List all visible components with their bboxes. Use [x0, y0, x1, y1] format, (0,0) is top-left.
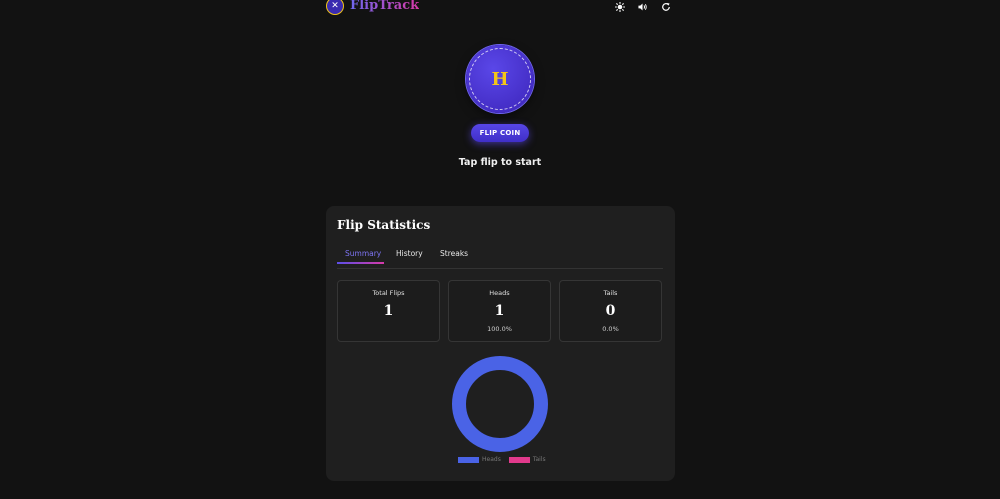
donut-slice-heads[interactable] — [452, 356, 548, 452]
stat-label-total: Total Flips — [372, 289, 405, 297]
reset-icon[interactable] — [661, 0, 671, 14]
brand-name[interactable]: FlipTrack — [350, 0, 419, 13]
theme-toggle-icon[interactable] — [615, 0, 625, 14]
legend-swatch-tails — [508, 456, 530, 463]
stat-value-tails: 0 — [605, 303, 616, 319]
legend-swatch-heads — [458, 456, 479, 463]
app-page: ✕ FlipTrack H FLIP COIN Tap flip to star… — [0, 0, 1000, 499]
stat-label-heads: Heads — [489, 289, 510, 297]
flip-coin-button[interactable]: FLIP COIN — [471, 124, 529, 142]
logo-icon[interactable]: ✕ — [326, 0, 344, 15]
tab-streaks[interactable]: Streaks — [440, 248, 468, 268]
flip-status-text: Tap flip to start — [458, 157, 542, 168]
sound-icon[interactable] — [638, 0, 648, 14]
footer — [400, 494, 600, 499]
legend-label-heads: Heads — [482, 456, 501, 463]
stat-card-heads: Heads 1 100.0% — [448, 280, 551, 342]
legend-item-heads[interactable]: Heads — [458, 456, 501, 463]
logo-glyph: ✕ — [331, 0, 339, 11]
stat-card-total: Total Flips 1 — [337, 280, 440, 342]
stat-value-total: 1 — [383, 303, 394, 319]
statistics-tabs: Summary History Streaks — [337, 248, 663, 269]
stat-percent-tails: 0.0% — [602, 325, 619, 333]
stat-percent-heads: 100.0% — [487, 325, 512, 333]
tab-history[interactable]: History — [396, 248, 423, 268]
coin[interactable]: H — [466, 45, 534, 113]
stat-card-tails: Tails 0 0.0% — [559, 280, 662, 342]
legend-label-tails: Tails — [532, 456, 546, 463]
chart-legend: Heads Tails — [458, 456, 550, 463]
legend-item-tails[interactable]: Tails — [508, 456, 546, 463]
statistics-card: Flip Statistics Summary History Streaks … — [326, 206, 675, 481]
stat-value-heads: 1 — [494, 303, 505, 319]
heads-tails-donut-chart — [452, 356, 548, 452]
stat-label-tails: Tails — [603, 289, 618, 297]
coin-face: H — [469, 48, 531, 110]
header-actions — [615, 0, 671, 14]
active-tab-indicator — [337, 262, 384, 264]
coin-face-letter: H — [491, 68, 509, 90]
statistics-title: Flip Statistics — [337, 218, 431, 232]
app-header: ✕ FlipTrack — [326, 0, 675, 18]
tab-summary[interactable]: Summary — [345, 248, 381, 268]
